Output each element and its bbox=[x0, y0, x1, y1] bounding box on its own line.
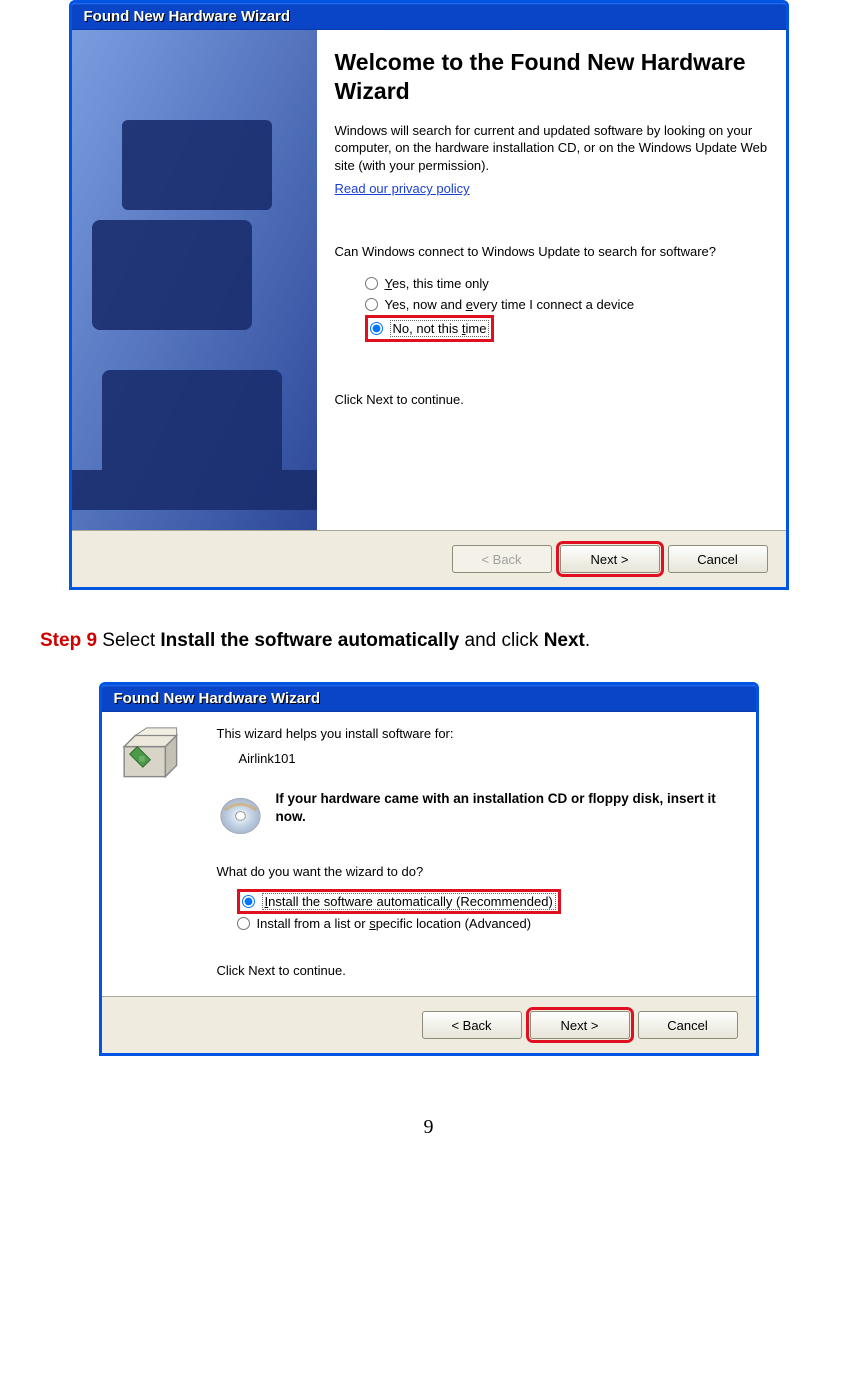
wizard-dialog-1: Found New Hardware Wizard bbox=[69, 0, 789, 590]
wizard-heading: Welcome to the Found New Hardware Wizard bbox=[335, 48, 768, 106]
radio-input[interactable] bbox=[242, 895, 255, 908]
back-button: < Back bbox=[452, 545, 552, 573]
continue-text: Click Next to continue. bbox=[217, 963, 740, 978]
cancel-button[interactable]: Cancel bbox=[668, 545, 768, 573]
insert-cd-text: If your hardware came with an installati… bbox=[275, 790, 739, 825]
wizard-header-icon-area bbox=[102, 712, 197, 996]
step-label: Step 9 bbox=[40, 630, 97, 651]
dialog-titlebar[interactable]: Found New Hardware Wizard bbox=[102, 685, 756, 712]
radio-label: Yes, now and every time I connect a devi… bbox=[385, 297, 635, 312]
next-button[interactable]: Next > bbox=[560, 545, 660, 573]
cd-icon bbox=[217, 790, 264, 838]
privacy-policy-link[interactable]: Read our privacy policy bbox=[335, 181, 470, 196]
radio-label: Install the software automatically (Reco… bbox=[262, 893, 556, 910]
radio-group-update: Yes, this time only Yes, now and every t… bbox=[365, 273, 768, 342]
radio-option-auto-install[interactable]: Install the software automatically (Reco… bbox=[237, 889, 561, 914]
wizard-dialog-2: Found New Hardware Wizard This wizard he… bbox=[99, 682, 759, 1056]
radio-label: No, not this time bbox=[390, 320, 490, 337]
radio-option-yes-always[interactable]: Yes, now and every time I connect a devi… bbox=[365, 294, 768, 315]
wizard-intro-text: Windows will search for current and upda… bbox=[335, 122, 768, 175]
next-button[interactable]: Next > bbox=[530, 1011, 630, 1039]
radio-group-install: Install the software automatically (Reco… bbox=[237, 889, 740, 933]
radio-input[interactable] bbox=[365, 277, 378, 290]
cancel-button[interactable]: Cancel bbox=[638, 1011, 738, 1039]
radio-label: Install from a list or specific location… bbox=[257, 916, 532, 931]
radio-input[interactable] bbox=[237, 917, 250, 930]
wizard-question-2: What do you want the wizard to do? bbox=[217, 864, 740, 879]
dialog-title: Found New Hardware Wizard bbox=[114, 690, 321, 707]
wizard-question: Can Windows connect to Windows Update to… bbox=[335, 244, 768, 259]
radio-option-specific-location[interactable]: Install from a list or specific location… bbox=[237, 914, 740, 933]
page-number: 9 bbox=[20, 1116, 837, 1139]
radio-option-no[interactable]: No, not this time bbox=[365, 315, 495, 342]
radio-input[interactable] bbox=[365, 298, 378, 311]
radio-input[interactable] bbox=[370, 322, 383, 335]
device-name: Airlink101 bbox=[239, 751, 740, 766]
continue-text: Click Next to continue. bbox=[335, 392, 768, 407]
radio-option-yes-once[interactable]: Yes, this time only bbox=[365, 273, 768, 294]
dialog-title: Found New Hardware Wizard bbox=[84, 8, 291, 25]
dialog-titlebar[interactable]: Found New Hardware Wizard bbox=[72, 3, 786, 30]
dialog-button-row: < Back Next > Cancel bbox=[72, 530, 786, 587]
back-button[interactable]: < Back bbox=[422, 1011, 522, 1039]
hardware-box-icon bbox=[116, 726, 181, 786]
dialog-button-row: < Back Next > Cancel bbox=[102, 996, 756, 1053]
radio-label: Yes, this time only bbox=[385, 276, 489, 291]
wizard-side-graphic bbox=[72, 30, 317, 530]
step-9-instruction: Step 9 Select Install the software autom… bbox=[40, 630, 817, 652]
wizard-info-text: This wizard helps you install software f… bbox=[217, 726, 740, 741]
